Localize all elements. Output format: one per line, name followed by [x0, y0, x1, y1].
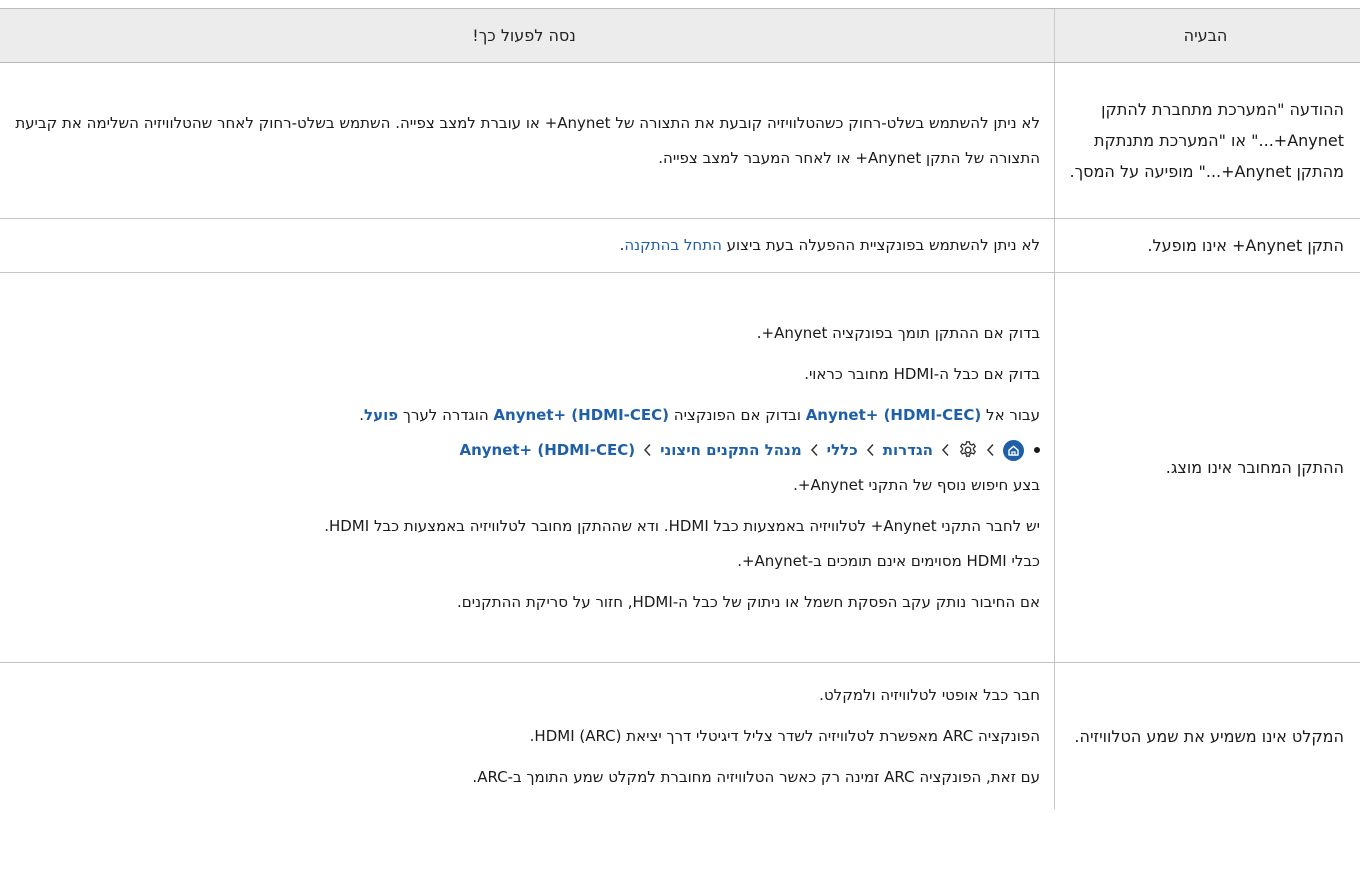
chevron-icon: [643, 443, 652, 457]
home-icon[interactable]: [1003, 439, 1024, 461]
text-segment: הוגדרה לערך: [398, 405, 494, 424]
solution-paragraph: אם החיבור נותק עקב הפסקת חשמל או ניתוק ש…: [457, 592, 1040, 611]
text-segment: ובדוק אם הפונקציה: [669, 405, 806, 424]
troubleshooting-table: הבעיה נסה לפעול כך! ההודעה "המערכת מתחבר…: [0, 8, 1360, 809]
solution-paragraph: חבר כבל אופטי לטלוויזיה ולמקלט.: [819, 685, 1040, 704]
problem-cell: ההודעה "המערכת מתחברת להתקן Anynet+..." …: [1054, 63, 1360, 218]
problem-text: התקן Anynet+ אינו מופעל.: [1147, 236, 1344, 255]
chevron-icon: [866, 443, 875, 457]
chevron-icon: [941, 443, 950, 457]
header-problem: הבעיה: [1183, 26, 1228, 45]
solution-line: יש לחבר התקני Anynet+ לטלוויזיה באמצעות …: [324, 516, 1040, 535]
solution-cell: לא ניתן להשתמש בשלט-רחוק כשהטלוויזיה קוב…: [0, 63, 1054, 218]
start-setup-link[interactable]: התחל בהתקנה: [624, 236, 722, 254]
problem-text: המקלט אינו משמיע את שמע הטלוויזיה.: [1074, 726, 1344, 746]
table-row: ההודעה "המערכת מתחברת להתקן Anynet+..." …: [0, 63, 1360, 219]
solution-paragraph: עבור אל Anynet+ (HDMI-CEC) ובדוק אם הפונ…: [8, 398, 1040, 433]
problem-cell: ההתקן המחובר אינו מוצג.: [1054, 273, 1360, 662]
table-row: התקן Anynet+ אינו מופעל. לא ניתן להשתמש …: [0, 219, 1360, 273]
header-solution: נסה לפעול כך!: [472, 26, 576, 45]
problem-text: ההודעה "המערכת מתחברת להתקן Anynet+..." …: [1069, 100, 1345, 181]
path-anynet[interactable]: Anynet+ (HDMI-CEC): [459, 441, 635, 459]
path-general[interactable]: כללי: [827, 441, 858, 459]
table-row: ההתקן המחובר אינו מוצג. בדוק אם ההתקן תו…: [0, 273, 1360, 663]
solution-paragraph: בצע חיפוש נוסף של התקני Anynet+.: [793, 475, 1040, 494]
table-header: הבעיה נסה לפעול כך!: [0, 9, 1360, 63]
anynet-menu-link[interactable]: Anynet+ (HDMI-CEC): [806, 406, 982, 424]
solution-paragraph: הפונקציה ARC מאפשרת לטלוויזיה לשדר צליל …: [529, 726, 1040, 745]
solution-cell: בדוק אם ההתקן תומך בפונקציה Anynet+. בדו…: [0, 273, 1054, 662]
solution-text: לא ניתן להשתמש בשלט-רחוק כשהטלוויזיה קוב…: [15, 113, 1040, 167]
gear-icon[interactable]: [958, 440, 978, 460]
solution-paragraph: עם זאת, הפונקציה ARC זמינה רק כאשר הטלוו…: [472, 767, 1040, 786]
bullet-dot: [1034, 447, 1040, 453]
text-segment: עבור אל: [981, 405, 1040, 424]
solution-text: לא ניתן להשתמש בפונקציית ההפעלה בעת ביצו…: [8, 228, 1040, 263]
solution-cell: לא ניתן להשתמש בפונקציית ההפעלה בעת ביצו…: [0, 219, 1054, 272]
chevron-icon: [986, 443, 995, 457]
problem-cell: התקן Anynet+ אינו מופעל.: [1054, 219, 1360, 272]
solution-text-pre: לא ניתן להשתמש בפונקציית ההפעלה בעת ביצו…: [721, 236, 1040, 254]
solution-paragraph: בדוק אם ההתקן תומך בפונקציה Anynet+.: [756, 323, 1040, 342]
path-external-device-manager[interactable]: מנהל התקנים חיצוני: [660, 441, 802, 459]
on-value-link[interactable]: פועל: [364, 406, 398, 424]
header-problem-cell: הבעיה: [1054, 9, 1360, 62]
header-solution-cell: נסה לפעול כך!: [0, 9, 1054, 62]
menu-path: הגדרות כללי מנהל התקנים חיצוני Anynet+ (…: [8, 433, 1040, 468]
path-settings[interactable]: הגדרות: [883, 441, 933, 459]
problem-text: ההתקן המחובר אינו מוצג.: [1165, 458, 1344, 477]
problem-cell: המקלט אינו משמיע את שמע הטלוויזיה.: [1054, 663, 1360, 809]
table-row: המקלט אינו משמיע את שמע הטלוויזיה. חבר כ…: [0, 663, 1360, 809]
chevron-icon: [810, 443, 819, 457]
solution-line: כבלי HDMI מסוימים אינם תומכים ב-Anynet+.: [737, 551, 1040, 570]
solution-paragraph: יש לחבר התקני Anynet+ לטלוויזיה באמצעות …: [8, 509, 1040, 579]
solution-paragraph: בדוק אם כבל ה-HDMI מחובר כראוי.: [804, 364, 1040, 383]
anynet-function-link[interactable]: Anynet+ (HDMI-CEC): [493, 406, 669, 424]
solution-cell: חבר כבל אופטי לטלוויזיה ולמקלט. הפונקציה…: [0, 663, 1054, 809]
